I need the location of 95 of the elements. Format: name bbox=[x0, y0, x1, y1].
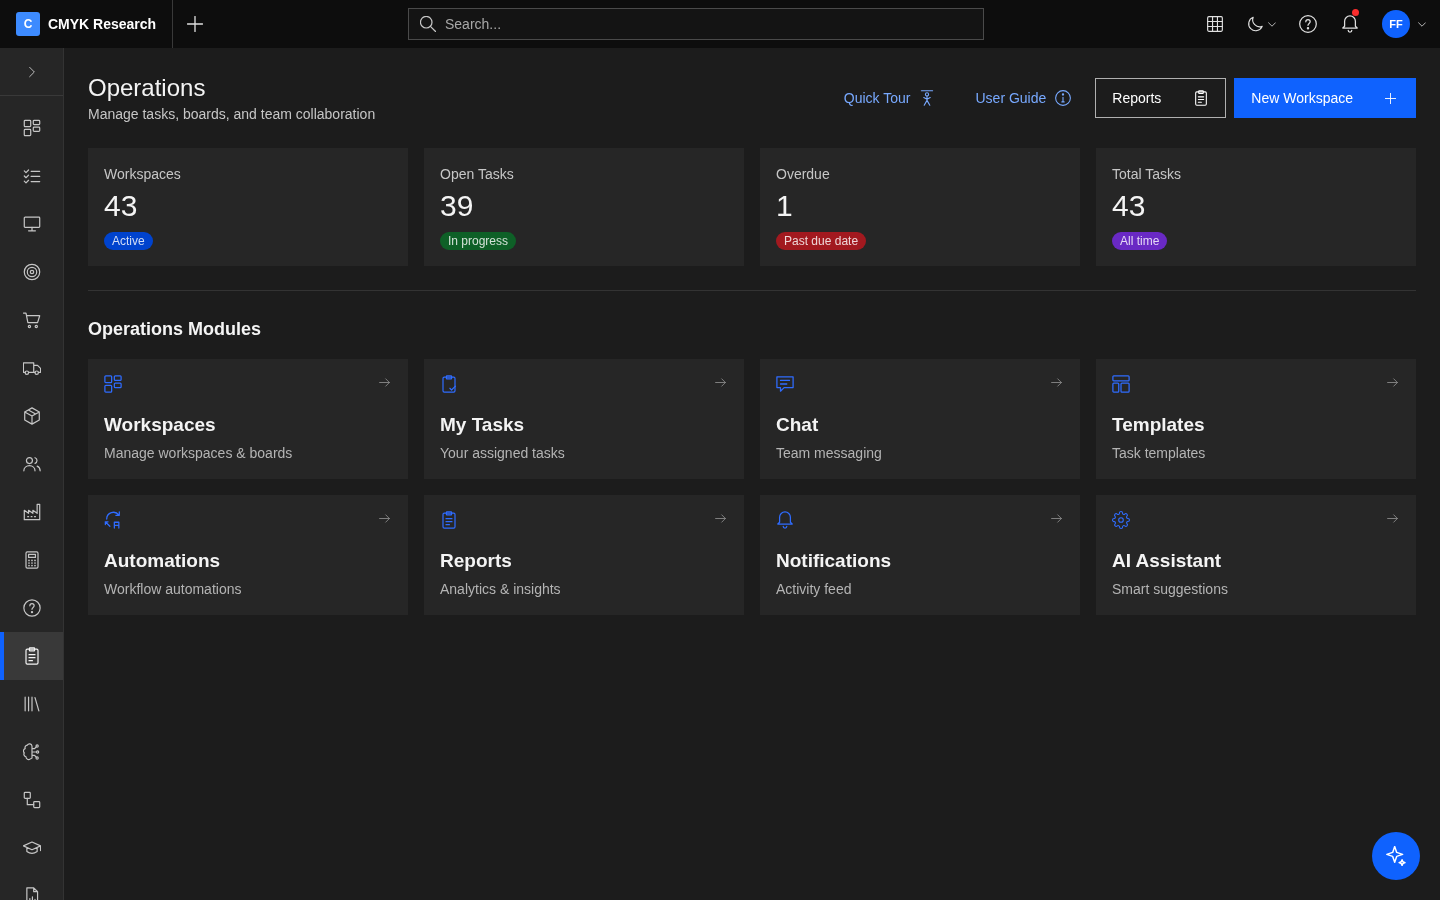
arrow-right-icon bbox=[379, 514, 390, 523]
monitor-icon bbox=[22, 215, 41, 233]
clipboard-check-icon bbox=[440, 375, 458, 393]
module-card[interactable]: Notifications Activity feed bbox=[760, 495, 1080, 615]
sidebar-item[interactable] bbox=[0, 632, 63, 680]
dashboard-icon bbox=[104, 375, 122, 393]
module-title: Notifications bbox=[776, 549, 893, 573]
module-description: Task templates bbox=[1112, 444, 1207, 463]
graduation-cap-icon bbox=[22, 839, 41, 857]
gear-icon bbox=[1112, 511, 1130, 529]
stat-value: 1 bbox=[776, 188, 793, 224]
grid-icon bbox=[1207, 16, 1223, 32]
factory-icon bbox=[22, 503, 41, 521]
reports-button[interactable]: Reports bbox=[1095, 78, 1227, 118]
bell-icon bbox=[776, 511, 794, 529]
truck-icon bbox=[22, 359, 41, 377]
module-title: Chat bbox=[776, 413, 820, 437]
arrow-right-icon bbox=[1051, 378, 1062, 387]
module-card[interactable]: AI Assistant Smart suggestions bbox=[1096, 495, 1416, 615]
cycle-arrow-icon bbox=[104, 511, 122, 529]
clipboard-icon bbox=[1193, 90, 1210, 106]
module-title: Reports bbox=[440, 549, 513, 573]
arrow-right-icon bbox=[715, 514, 726, 523]
person-icon bbox=[919, 90, 936, 106]
stat-label: Total Tasks bbox=[1112, 165, 1181, 184]
search-field[interactable]: Search... bbox=[408, 8, 984, 40]
box-icon bbox=[22, 407, 41, 425]
users-icon bbox=[22, 455, 41, 473]
module-card[interactable]: Workspaces Manage workspaces & boards bbox=[88, 359, 408, 479]
chevron-down-icon bbox=[1418, 21, 1426, 27]
arrow-right-icon bbox=[715, 378, 726, 387]
module-title: Templates bbox=[1112, 413, 1206, 437]
module-card[interactable]: Automations Workflow automations bbox=[88, 495, 408, 615]
module-description: Smart suggestions bbox=[1112, 580, 1229, 599]
stat-value: 39 bbox=[440, 188, 474, 224]
stat-label: Open Tasks bbox=[440, 165, 514, 184]
section-title: Operations Modules bbox=[88, 318, 263, 341]
module-card[interactable]: Chat Team messaging bbox=[760, 359, 1080, 479]
help-icon bbox=[22, 599, 41, 617]
account-button[interactable]: FF bbox=[1378, 4, 1430, 44]
clipboard-icon bbox=[440, 511, 458, 529]
search-icon bbox=[420, 16, 436, 32]
status-tag: Active bbox=[104, 232, 153, 250]
status-tag: Past due date bbox=[776, 232, 867, 250]
info-icon bbox=[1055, 90, 1072, 106]
module-title: AI Assistant bbox=[1112, 549, 1223, 573]
stat-label: Workspaces bbox=[104, 165, 181, 184]
stat-label: Overdue bbox=[776, 165, 830, 184]
module-description: Workflow automations bbox=[104, 580, 243, 599]
brand-name[interactable]: CMYK Research bbox=[48, 16, 157, 32]
moon-icon bbox=[1247, 16, 1263, 32]
chevron-down-icon bbox=[1268, 21, 1276, 27]
new-workspace-button[interactable]: New Workspace bbox=[1234, 78, 1416, 118]
brain-icon bbox=[22, 743, 41, 761]
assistant-button[interactable] bbox=[1372, 832, 1420, 880]
stat-value: 43 bbox=[1112, 188, 1146, 224]
dashboard-icon bbox=[22, 119, 41, 137]
module-title: Automations bbox=[104, 549, 222, 573]
page-title: Operations bbox=[88, 73, 207, 103]
module-card[interactable]: My Tasks Your assigned tasks bbox=[424, 359, 744, 479]
plus-icon bbox=[1385, 92, 1396, 104]
module-card[interactable]: Templates Task templates bbox=[1096, 359, 1416, 479]
module-description: Team messaging bbox=[776, 444, 883, 463]
stat-value: 43 bbox=[104, 188, 138, 224]
module-card[interactable]: Reports Analytics & insights bbox=[424, 495, 744, 615]
avatar: FF bbox=[1382, 10, 1410, 38]
module-description: Analytics & insights bbox=[440, 580, 562, 599]
layout-icon bbox=[1112, 375, 1130, 393]
status-tag: All time bbox=[1112, 232, 1168, 250]
chevron-right-icon bbox=[28, 65, 35, 78]
module-description: Manage workspaces & boards bbox=[104, 444, 294, 463]
target-icon bbox=[22, 263, 41, 281]
arrow-right-icon bbox=[379, 378, 390, 387]
header-link[interactable]: Quick Tour bbox=[843, 90, 936, 106]
sparkle-icon bbox=[1386, 846, 1406, 866]
header-link[interactable]: User Guide bbox=[975, 90, 1072, 106]
chat-icon bbox=[776, 375, 794, 393]
calculator-icon bbox=[22, 551, 41, 569]
plus-icon bbox=[187, 16, 204, 32]
module-title: Workspaces bbox=[104, 413, 217, 437]
bell-icon bbox=[1341, 15, 1359, 33]
module-description: Activity feed bbox=[776, 580, 853, 599]
arrow-right-icon bbox=[1387, 514, 1398, 523]
cart-icon bbox=[22, 311, 41, 329]
clipboard-icon bbox=[22, 647, 41, 665]
flow-icon bbox=[22, 791, 41, 809]
status-tag: In progress bbox=[440, 232, 517, 250]
help-icon bbox=[1299, 15, 1317, 33]
page-subtitle: Manage tasks, boards, and team collaboration bbox=[88, 105, 376, 124]
checklist-icon bbox=[22, 167, 41, 185]
module-title: My Tasks bbox=[440, 413, 526, 437]
arrow-right-icon bbox=[1387, 378, 1398, 387]
module-description: Your assigned tasks bbox=[440, 444, 566, 463]
arrow-right-icon bbox=[1051, 514, 1062, 523]
library-icon bbox=[22, 695, 41, 713]
